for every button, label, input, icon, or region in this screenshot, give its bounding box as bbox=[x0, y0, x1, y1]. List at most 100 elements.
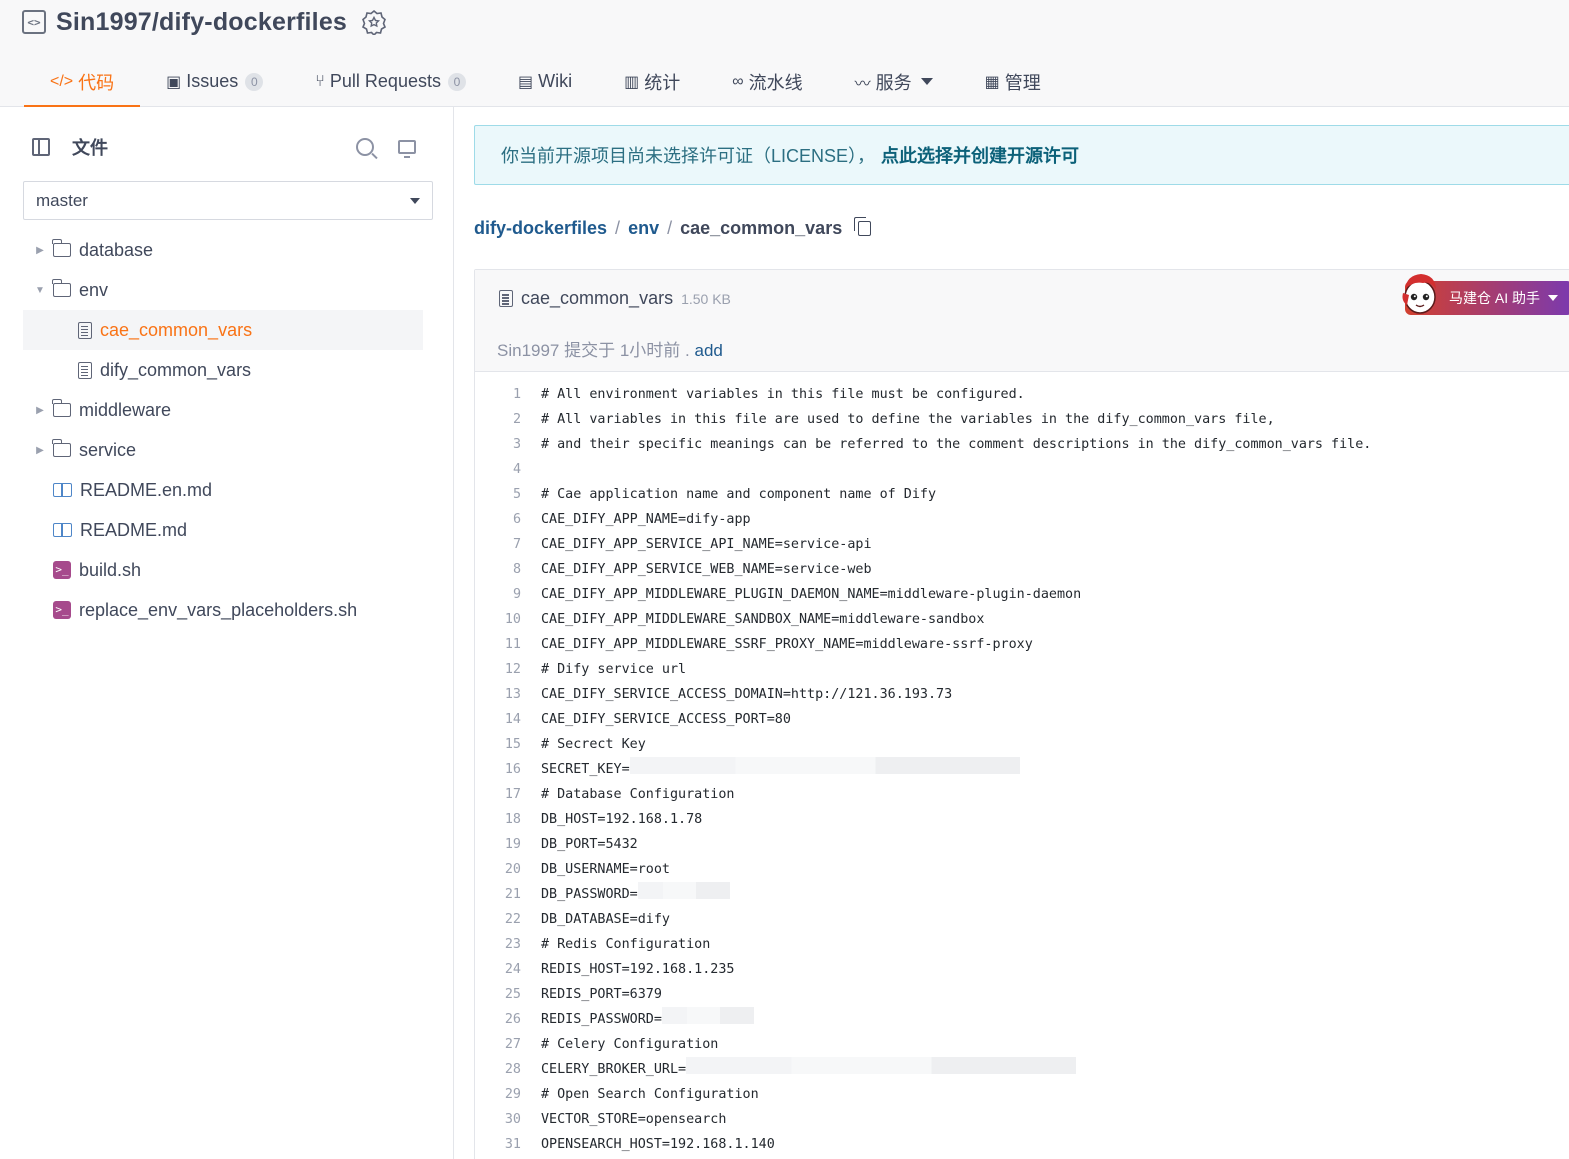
line-number[interactable]: 4 bbox=[475, 457, 521, 482]
line-number[interactable]: 15 bbox=[475, 732, 521, 757]
file-viewer: cae_common_vars 1.50 KB Sin1997 提交于 1小时前… bbox=[474, 269, 1569, 1159]
sidebar-tools bbox=[356, 138, 432, 158]
branch-name: master bbox=[36, 190, 88, 210]
ai-mascot-icon bbox=[1402, 274, 1436, 314]
tree-item-label: replace_env_vars_placeholders.sh bbox=[79, 599, 358, 620]
line-number[interactable]: 27 bbox=[475, 1032, 521, 1057]
tree-folder-database[interactable]: ▶ database bbox=[23, 230, 423, 270]
tab-stats[interactable]: ▥ 统计 bbox=[598, 56, 706, 107]
chevron-down-icon bbox=[920, 78, 933, 85]
code-line: 7 CAE_DIFY_APP_SERVICE_API_NAME=service-a… bbox=[475, 532, 1569, 557]
code-text: # Dify service url bbox=[541, 662, 687, 677]
line-number[interactable]: 3 bbox=[475, 432, 521, 457]
line-number[interactable]: 28 bbox=[475, 1057, 521, 1082]
line-number[interactable]: 6 bbox=[475, 507, 521, 532]
line-number[interactable]: 11 bbox=[475, 632, 521, 657]
line-number[interactable]: 19 bbox=[475, 832, 521, 857]
tree-item-label: env bbox=[79, 279, 109, 300]
line-number[interactable]: 9 bbox=[475, 582, 521, 607]
tab-pipeline[interactable]: ∞ 流水线 bbox=[706, 56, 828, 107]
line-number[interactable]: 2 bbox=[475, 407, 521, 432]
line-number[interactable]: 14 bbox=[475, 707, 521, 732]
redacted-secret bbox=[686, 1057, 1077, 1074]
folder-open-icon bbox=[52, 279, 71, 297]
chevron-right-icon[interactable]: ▶ bbox=[33, 245, 47, 256]
branch-select[interactable]: master bbox=[23, 181, 433, 220]
line-number[interactable]: 21 bbox=[475, 882, 521, 907]
code-line: 20 DB_USERNAME=root bbox=[475, 857, 1569, 882]
code-line: 27 # Celery Configuration bbox=[475, 1032, 1569, 1057]
line-number[interactable]: 16 bbox=[475, 757, 521, 782]
code-text: OPENSEARCH_HOST=192.168.1.140 bbox=[541, 1137, 775, 1152]
chevron-right-icon[interactable]: ▶ bbox=[33, 405, 47, 416]
code-line: 1 # All environment variables in this fil… bbox=[475, 382, 1569, 407]
breadcrumb-folder-link[interactable]: env bbox=[628, 218, 659, 239]
tree-folder-env[interactable]: ▼ env bbox=[23, 270, 423, 310]
line-number[interactable]: 23 bbox=[475, 932, 521, 957]
code-text: VECTOR_STORE=opensearch bbox=[541, 1112, 727, 1127]
tab-services[interactable]: 〰 服务 bbox=[829, 56, 959, 107]
code-line: 22 DB_DATABASE=dify bbox=[475, 907, 1569, 932]
license-notice: 你当前开源项目尚未选择许可证（LICENSE）， 点此选择并创建开源许可 bbox=[474, 125, 1569, 185]
code-text: CAE_DIFY_SERVICE_ACCESS_DOMAIN=http://12… bbox=[541, 687, 953, 702]
repo-code-icon: <> bbox=[22, 10, 46, 34]
tab-issues[interactable]: ▣ Issues 0 bbox=[140, 56, 289, 107]
line-number[interactable]: 18 bbox=[475, 807, 521, 832]
manage-icon: ▦ bbox=[984, 73, 1000, 91]
repo-name[interactable]: Sin1997/dify-dockerfiles bbox=[56, 8, 347, 37]
code-text: DB_DATABASE=dify bbox=[541, 912, 670, 927]
ai-assistant-button[interactable]: 马建仓 AI 助手 bbox=[1402, 274, 1569, 315]
line-number[interactable]: 26 bbox=[475, 1007, 521, 1032]
tree-file-replace-env-sh[interactable]: >_ replace_env_vars_placeholders.sh bbox=[23, 590, 423, 630]
web-ide-icon[interactable] bbox=[398, 140, 416, 158]
tree-file-readme[interactable]: README.md bbox=[23, 510, 423, 550]
line-number[interactable]: 31 bbox=[475, 1132, 521, 1157]
tree-file-readme-en[interactable]: README.en.md bbox=[23, 470, 423, 510]
code-line: 28 CELERY_BROKER_URL= bbox=[475, 1057, 1569, 1082]
tab-manage[interactable]: ▦ 管理 bbox=[959, 56, 1067, 107]
tab-pull-requests[interactable]: ⑂ Pull Requests 0 bbox=[289, 56, 492, 107]
recommend-badge-icon[interactable] bbox=[361, 9, 387, 35]
line-number[interactable]: 30 bbox=[475, 1107, 521, 1132]
create-license-link[interactable]: 点此选择并创建开源许可 bbox=[881, 142, 1079, 168]
tab-wiki[interactable]: ▤ Wiki bbox=[492, 56, 598, 107]
file-header: cae_common_vars 1.50 KB Sin1997 提交于 1小时前… bbox=[475, 270, 1569, 372]
breadcrumb-root-link[interactable]: dify-dockerfiles bbox=[474, 218, 607, 239]
commit-message-link[interactable]: add bbox=[694, 341, 722, 360]
line-number[interactable]: 5 bbox=[475, 482, 521, 507]
tree-item-label: dify_common_vars bbox=[100, 359, 252, 380]
breadcrumb: dify-dockerfiles / env / cae_common_vars bbox=[474, 215, 872, 241]
file-title: cae_common_vars 1.50 KB bbox=[499, 288, 731, 309]
search-icon[interactable] bbox=[356, 138, 374, 156]
tree-folder-service[interactable]: ▶ service bbox=[23, 430, 423, 470]
code-text: # Secrect Key bbox=[541, 737, 646, 752]
line-number[interactable]: 13 bbox=[475, 682, 521, 707]
issues-icon: ▣ bbox=[166, 73, 182, 91]
tab-code[interactable]: </> 代码 bbox=[24, 56, 141, 108]
chevron-right-icon[interactable]: ▶ bbox=[33, 445, 47, 456]
copy-path-icon[interactable] bbox=[854, 216, 872, 236]
tree-file-dify-common-vars[interactable]: dify_common_vars bbox=[23, 350, 423, 390]
chevron-down-icon[interactable]: ▼ bbox=[33, 285, 47, 296]
code-line: 21 DB_PASSWORD= bbox=[475, 882, 1569, 907]
line-number[interactable]: 12 bbox=[475, 657, 521, 682]
line-number[interactable]: 25 bbox=[475, 982, 521, 1007]
tab-label: Issues bbox=[186, 71, 239, 91]
line-number[interactable]: 24 bbox=[475, 957, 521, 982]
pipeline-icon: ∞ bbox=[732, 72, 744, 90]
line-number[interactable]: 7 bbox=[475, 532, 521, 557]
tree-file-build-sh[interactable]: >_ build.sh bbox=[23, 550, 423, 590]
line-number[interactable]: 10 bbox=[475, 607, 521, 632]
tab-label: Wiki bbox=[538, 71, 573, 91]
tree-file-cae-common-vars[interactable]: cae_common_vars bbox=[23, 310, 423, 350]
tree-folder-middleware[interactable]: ▶ middleware bbox=[23, 390, 423, 430]
line-number[interactable]: 1 bbox=[475, 382, 521, 407]
line-number[interactable]: 29 bbox=[475, 1082, 521, 1107]
collapse-sidebar-icon[interactable] bbox=[32, 138, 50, 156]
line-number[interactable]: 22 bbox=[475, 907, 521, 932]
file-icon bbox=[78, 321, 92, 339]
tree-item-label: README.en.md bbox=[80, 479, 213, 500]
line-number[interactable]: 17 bbox=[475, 782, 521, 807]
line-number[interactable]: 20 bbox=[475, 857, 521, 882]
line-number[interactable]: 8 bbox=[475, 557, 521, 582]
